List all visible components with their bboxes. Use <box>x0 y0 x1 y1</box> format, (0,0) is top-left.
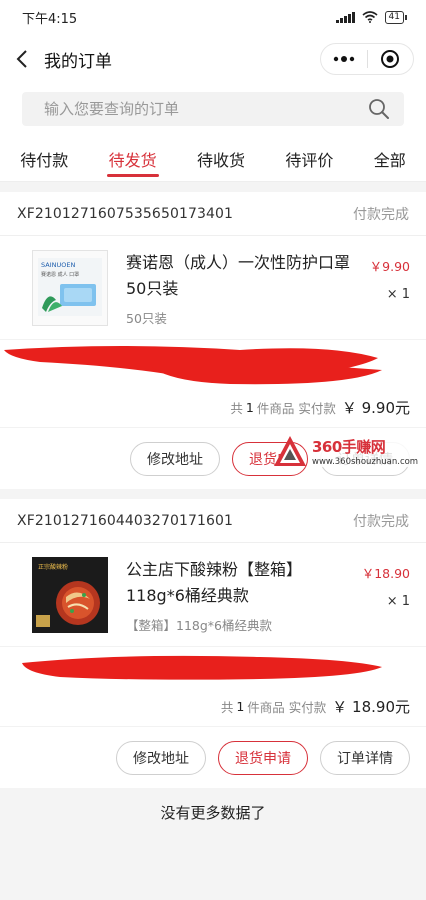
order-item[interactable]: 正宗酸辣粉 公主店下酸辣粉【整箱】118g*6桶经典款 【整箱】118g*6桶经… <box>0 543 426 646</box>
order-card[interactable]: XF210127160753565017340​1 付款完成 SAINUOEN … <box>0 192 426 489</box>
order-actions: 修改地址 退货申请 订单详情 <box>0 726 426 788</box>
tab-pending-shipment[interactable]: 待发货 <box>103 136 163 181</box>
order-actions: 修改地址 退货申 订单详情 360手赚网 www.360shouzhuan.co… <box>0 427 426 489</box>
back-icon[interactable] <box>2 34 42 84</box>
order-status: 付款完成 <box>353 206 409 223</box>
watermark-logo-icon <box>274 436 306 466</box>
order-total: ￥ 9.90元 <box>341 398 410 417</box>
more-icon[interactable] <box>321 44 367 74</box>
refund-request-button[interactable]: 退货申请 <box>218 740 308 775</box>
status-icons: 41 <box>336 10 408 24</box>
item-count: 1 <box>236 698 245 714</box>
product-brand: SAINUOEN <box>41 261 75 269</box>
product-price: ￥18.90 <box>361 566 410 581</box>
tab-all[interactable]: 全部 <box>368 136 412 181</box>
order-status: 付款完成 <box>353 513 409 530</box>
item-count: 1 <box>245 399 254 415</box>
order-item[interactable]: SAINUOEN 赛诺恩 成人 口罩 赛诺恩（成人）一次性防护口罩 50只装 5… <box>0 236 426 339</box>
order-header: XF210127160753565017340​1 付款完成 <box>0 192 426 236</box>
order-number: XF210127160753565017340​1 <box>17 205 234 222</box>
product-info: 赛诺恩（成人）一次性防护口罩 50只装 50只装 <box>126 250 409 327</box>
order-detail-button[interactable]: 订单详情 <box>320 740 410 775</box>
product-caption: 赛诺恩 成人 口罩 <box>41 271 79 278</box>
summary-suffix: 件商品 实付款 <box>247 699 327 715</box>
order-card[interactable]: XF2101271604403270171601 付款完成 正宗酸辣粉 公主店下… <box>0 499 426 788</box>
address-redaction <box>4 346 382 385</box>
price-column: ￥9.90 × 1 <box>370 256 410 302</box>
product-spec: 50只装 <box>126 311 167 326</box>
product-quantity: × 1 <box>386 287 410 302</box>
battery-icon: 41 <box>384 10 408 24</box>
watermark: 360手赚网 www.360shouzhuan.com <box>272 420 424 482</box>
order-total: ￥ 18.90元 <box>332 697 410 716</box>
status-time: 下午4:15 <box>22 11 78 27</box>
search-icon[interactable] <box>368 98 390 120</box>
list-end-message: 没有更多数据了 <box>160 804 266 822</box>
tab-pending-receipt[interactable]: 待收货 <box>191 136 251 181</box>
product-thumbnail: SAINUOEN 赛诺恩 成人 口罩 <box>32 250 108 326</box>
product-quantity: × 1 <box>386 594 410 609</box>
product-name: 赛诺恩（成人）一次性防护口罩 50只装 <box>126 253 351 298</box>
summary-prefix: 共 <box>220 699 234 715</box>
signal-icon <box>336 11 355 23</box>
page-title: 我的订单 <box>44 51 112 72</box>
status-bar: 下午4:15 41 <box>0 0 426 34</box>
search-input[interactable] <box>44 100 344 118</box>
shipping-address <box>0 646 426 686</box>
product-spec: 【整箱】118g*6桶经典款 <box>126 618 272 633</box>
watermark-title: 360手赚网 <box>312 437 386 456</box>
summary-suffix: 件商品 实付款 <box>256 400 336 416</box>
order-tabs: 待付款 待发货 待收货 待评价 全部 <box>0 136 426 182</box>
price-column: ￥18.90 × 1 <box>362 563 410 609</box>
order-summary: 共 1 件商品 实付款 ￥ 18.90元 <box>0 686 426 726</box>
product-price: ￥9.90 <box>369 259 410 274</box>
search-section <box>0 84 426 136</box>
close-target-icon[interactable] <box>368 44 414 74</box>
product-thumbnail: 正宗酸辣粉 <box>32 557 108 633</box>
product-caption: 正宗酸辣粉 <box>38 563 68 571</box>
nav-bar: 我的订单 <box>0 34 426 84</box>
product-name: 公主店下酸辣粉【整箱】118g*6桶经典款 <box>126 560 303 605</box>
shipping-address <box>0 339 426 387</box>
watermark-url: www.360shouzhuan.com <box>312 456 419 467</box>
order-number: XF2101271604403270171601 <box>17 512 234 529</box>
tab-pending-review[interactable]: 待评价 <box>279 136 339 181</box>
modify-address-button[interactable]: 修改地址 <box>130 441 220 476</box>
tab-pending-payment[interactable]: 待付款 <box>14 136 74 181</box>
search-box <box>22 92 404 126</box>
mini-program-capsule <box>320 43 414 75</box>
order-header: XF2101271604403270171601 付款完成 <box>0 499 426 543</box>
summary-prefix: 共 <box>230 400 243 416</box>
wifi-icon <box>362 11 378 23</box>
modify-address-button[interactable]: 修改地址 <box>116 740 206 775</box>
address-redaction <box>22 655 382 680</box>
